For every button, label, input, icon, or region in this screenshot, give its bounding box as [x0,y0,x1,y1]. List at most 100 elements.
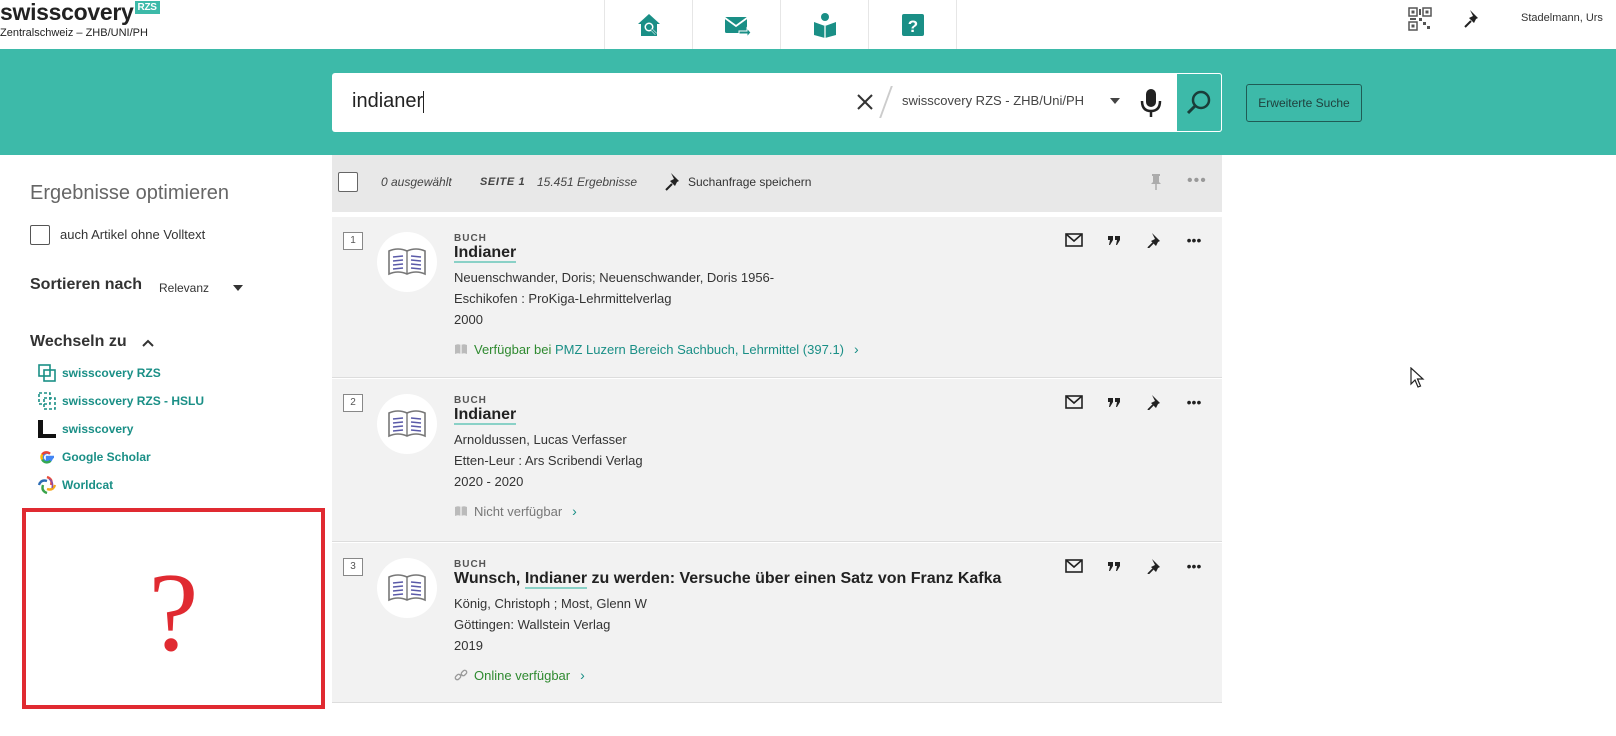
switch-link-swisscovery-rzs[interactable]: swisscovery RZS [37,359,204,387]
result-publisher: Göttingen: Wallstein Verlag [454,617,611,632]
switch-link-label: Google Scholar [62,450,151,464]
result-actions: ••• [1054,229,1214,251]
mail-icon [1065,395,1083,409]
switch-link-label: Worldcat [62,478,114,492]
save-query-button[interactable]: Suchanfrage speichern [688,175,811,189]
result-authors: Arnoldussen, Lucas Verfasser [454,432,627,447]
pin-action[interactable] [1134,555,1174,577]
book-open-icon [455,344,467,354]
book-icon [388,248,426,276]
pin-action[interactable] [1134,391,1174,413]
select-all-checkbox[interactable] [338,172,358,192]
logo[interactable]: swisscovery RZS Zentralschweiz – ZHB/UNI/… [0,0,160,39]
result-authors: Neuenschwander, Doris; Neuenschwander, D… [454,270,775,285]
search-divider [879,86,893,118]
availability-link[interactable]: Verfügbar bei PMZ Luzern Bereich Sachbuc… [454,341,859,357]
book-open-icon [455,506,467,516]
result-authors: König, Christoph ; Most, Glenn W [454,596,647,611]
result-publisher: Etten-Leur : Ars Scribendi Verlag [454,453,643,468]
switch-link-swisscovery-rzs-hslu[interactable]: swisscovery RZS - HSLU [37,387,204,415]
more-options-icon[interactable]: ••• [1174,391,1214,413]
logo-text: swisscovery [0,0,134,25]
result-actions: ••• [1054,391,1214,413]
email-action[interactable] [1054,391,1094,413]
sort-label: Sortieren nach [30,276,143,293]
chevron-up-icon[interactable] [141,338,155,348]
switch-link-google-scholar[interactable]: Google Scholar [37,443,204,471]
fulltext-checkbox-label[interactable]: auch Artikel ohne Volltext [60,227,205,242]
availability-link[interactable]: Nicht verfügbar › [454,503,577,519]
book-reader-icon [813,12,836,38]
more-options-icon[interactable]: ••• [1174,229,1214,251]
book-thumbnail [377,232,437,292]
result-number: 3 [343,558,363,576]
results-toolbar: 0 ausgewählt SEITE 1 15.451 Ergebnisse S… [332,155,1222,212]
help-icon: ? [901,13,924,36]
pin-icon[interactable] [664,171,684,191]
pin-icon [1147,559,1160,574]
search-input[interactable]: indianer [352,90,812,113]
switch-link-swisscovery[interactable]: swisscovery [37,415,204,443]
result-type: BUCH [454,233,487,244]
page-indicator: SEITE 1 [480,176,526,188]
result-item[interactable]: 3 BUCH Wunsch, Indianer zu werden: Versu… [332,543,1222,703]
availability-link[interactable]: Online verfügbar › [454,667,585,683]
advanced-search-button[interactable]: Erweiterte Suche [1246,84,1362,122]
logo-subtitle: Zentralschweiz – ZHB/UNI/PH [0,27,148,39]
result-title[interactable]: Indianer [454,406,517,425]
result-item[interactable]: 2 BUCH Indianer Arnoldussen, Lucas Verfa… [332,379,1222,542]
copy-icon [38,364,56,382]
sort-select[interactable]: Relevanz [159,281,209,295]
result-actions: ••• [1054,555,1214,577]
nav-home-search[interactable] [605,0,693,49]
nav-help[interactable]: ? [869,0,957,49]
result-type: BUCH [454,395,487,406]
more-options-icon[interactable]: ••• [1174,555,1214,577]
microphone-icon[interactable] [1137,88,1165,118]
search-button[interactable] [1176,73,1222,132]
user-name[interactable]: Stadelmann, Urs [1521,12,1603,24]
google-icon [40,451,54,464]
cite-action[interactable] [1094,555,1134,577]
result-year: 2020 - 2020 [454,474,524,489]
caret-down-icon[interactable] [233,285,243,291]
result-title[interactable]: Wunsch, Indianer zu werden: Versuche übe… [454,570,1001,589]
home-search-icon [637,13,660,36]
book-thumbnail [377,558,437,618]
result-publisher: Eschikofen : ProKiga-Lehrmittelverlag [454,291,672,306]
caret-down-icon[interactable] [1110,98,1120,104]
switch-to-label[interactable]: Wechseln zu [30,333,127,351]
quote-icon [1108,236,1120,245]
result-count: 15.451 Ergebnisse [537,175,638,189]
mail-forward-icon [723,16,751,38]
selected-count: 0 ausgewählt [381,175,452,189]
switch-link-label: swisscovery RZS - HSLU [62,394,205,408]
switch-link-label: swisscovery RZS [62,366,161,380]
result-item[interactable]: 1 BUCH Indianer Neuenschwander, Doris; N… [332,217,1222,378]
scope-select[interactable]: swisscovery RZS - ZHB/Uni/PH [902,93,1084,108]
quote-icon [1108,398,1120,407]
result-title[interactable]: Indianer [454,244,517,263]
qr-code-icon[interactable] [1408,7,1432,31]
switch-link-worldcat[interactable]: Worldcat [37,471,204,499]
clear-icon[interactable] [853,90,877,114]
result-number: 2 [343,394,363,412]
nav-book-reader[interactable] [781,0,869,49]
chevron-right-icon: › [580,667,585,683]
pin-icon[interactable] [1147,173,1165,191]
search-band: indianer swisscovery RZS - ZHB/Uni/PH Er… [0,49,1616,155]
result-year: 2019 [454,638,483,653]
cite-action[interactable] [1094,391,1134,413]
email-action[interactable] [1054,229,1094,251]
link-icon [454,669,468,681]
nav-mail-forward[interactable] [693,0,781,49]
pin-action[interactable] [1134,229,1174,251]
fulltext-checkbox[interactable] [30,225,50,245]
cite-action[interactable] [1094,229,1134,251]
pin-icon[interactable] [1462,8,1484,30]
top-nav: ? [604,0,957,49]
email-action[interactable] [1054,555,1094,577]
more-options-icon[interactable]: ••• [1187,172,1207,190]
mouse-cursor-icon [1410,367,1425,388]
chevron-right-icon: › [854,341,859,357]
